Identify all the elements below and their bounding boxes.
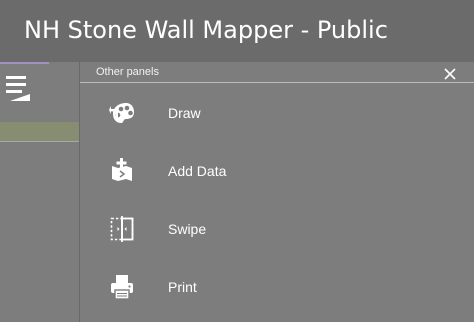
divider — [0, 141, 79, 142]
panel-item-label: Print — [168, 279, 197, 295]
panel-item-draw[interactable]: Draw — [81, 89, 473, 137]
panel-item-swipe[interactable]: Swipe — [81, 205, 473, 253]
printer-icon — [106, 271, 138, 303]
panel-title: Other panels — [96, 66, 159, 78]
panel-item-add-data[interactable]: Add Data — [81, 147, 473, 195]
panel-header: Other panels — [80, 62, 474, 83]
other-panels-panel: Other panels Draw Add Data Swipe Print — [79, 62, 474, 322]
left-selected-row[interactable] — [0, 122, 79, 141]
panel-item-label: Add Data — [168, 163, 227, 179]
panel-item-print[interactable]: Print — [81, 263, 473, 311]
close-icon[interactable] — [440, 63, 460, 83]
hamburger-menu-icon[interactable] — [6, 73, 32, 105]
panel-item-label: Draw — [168, 105, 201, 121]
app-title: NH Stone Wall Mapper - Public — [24, 16, 388, 44]
app-header: NH Stone Wall Mapper - Public — [0, 0, 474, 62]
panel-item-label: Swipe — [168, 221, 207, 237]
left-strip-accent-line — [0, 62, 49, 64]
palette-icon — [106, 97, 138, 129]
swipe-icon — [106, 213, 138, 245]
add-data-icon — [106, 155, 138, 187]
